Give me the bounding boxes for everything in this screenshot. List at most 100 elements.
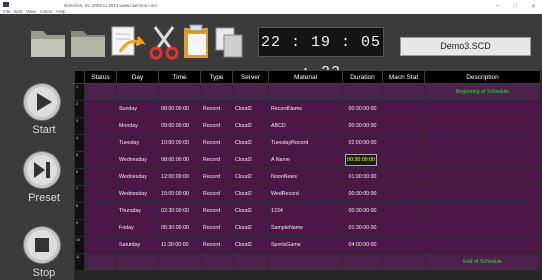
header-material[interactable]: Material (268, 70, 343, 84)
cell-type[interactable]: Record (200, 134, 233, 152)
menu-edit[interactable]: Edit (14, 9, 22, 14)
cell-mach[interactable] (382, 219, 425, 237)
start-button[interactable] (24, 84, 60, 120)
open-folder-button[interactable] (28, 22, 70, 62)
cell-server[interactable] (232, 253, 269, 271)
cell-mach[interactable] (382, 236, 425, 254)
cell-mach[interactable] (382, 168, 425, 186)
row-number[interactable]: 8 (74, 202, 85, 220)
cell-mach[interactable] (382, 100, 425, 118)
cell-time[interactable] (158, 253, 201, 271)
table-row[interactable]: 3 Monday 09:00:00:00 Record Cloud2 ABCD 00:30:… (74, 117, 541, 135)
cell-server[interactable]: Cloud2 (232, 117, 269, 135)
cell-server[interactable]: Cloud2 (232, 168, 269, 186)
cell-mach[interactable] (382, 185, 425, 203)
row-number[interactable]: 10 (74, 236, 85, 254)
cell-material[interactable]: NoonNews (268, 168, 343, 186)
menu-action[interactable]: Action (40, 9, 53, 14)
row-number[interactable]: 3 (74, 117, 85, 135)
cell-day[interactable] (116, 253, 159, 271)
cell-duration[interactable]: 00:30:00:00 (342, 185, 383, 203)
cell-server[interactable]: Cloud2 (232, 236, 269, 254)
table-row[interactable]: 2 Sunday 08:00:00:00 Record Cloud2 RecordName… (74, 100, 541, 118)
cell-desc[interactable] (424, 134, 541, 152)
row-number[interactable]: 11 (74, 253, 85, 271)
cell-status[interactable] (84, 117, 117, 135)
folder-button[interactable] (68, 22, 110, 62)
cell-mach[interactable] (382, 83, 425, 101)
cell-day[interactable]: Wednesday (116, 168, 159, 186)
cell-day[interactable]: Friday (116, 219, 159, 237)
cell-mach[interactable] (382, 134, 425, 152)
cell-day[interactable] (116, 83, 159, 101)
cell-type[interactable] (200, 83, 233, 101)
cell-material[interactable] (268, 253, 343, 271)
copy-button[interactable] (210, 22, 252, 62)
cell-status[interactable] (84, 202, 117, 220)
cell-day[interactable]: Sunday (116, 100, 159, 118)
cell-duration[interactable]: 00:30:00:00 (342, 151, 383, 169)
cell-server[interactable] (232, 83, 269, 101)
header-mach-stat[interactable]: Mach Stat (382, 70, 425, 84)
cell-type[interactable]: Record (200, 168, 233, 186)
cell-type[interactable]: Record (200, 236, 233, 254)
cell-time[interactable]: 11:30:00:00 (158, 236, 201, 254)
table-row[interactable]: 7 Wednesday 15:00:00:00 Record Cloud2 WedReco… (74, 185, 541, 203)
cell-duration[interactable]: 01:00:00:00 (342, 168, 383, 186)
preset-button[interactable] (24, 152, 60, 188)
cell-status[interactable] (84, 83, 117, 101)
cell-server[interactable]: Cloud2 (232, 202, 269, 220)
cell-type[interactable]: Record (200, 100, 233, 118)
cell-desc[interactable]: End of Schedule (424, 253, 541, 271)
cell-time[interactable]: 08:00:00:00 (158, 151, 201, 169)
cell-mach[interactable] (382, 253, 425, 271)
menu-view[interactable]: View (26, 9, 36, 14)
header-time[interactable]: Time (158, 70, 201, 84)
table-row[interactable]: 11 End of Schedule (74, 253, 541, 271)
cell-desc[interactable] (424, 236, 541, 254)
cell-mach[interactable] (382, 151, 425, 169)
row-number[interactable]: 1 (74, 83, 85, 101)
table-row[interactable]: 9 Friday 05:30:00:00 Record Cloud2 SampleName… (74, 219, 541, 237)
cell-material[interactable]: RecordName (268, 100, 343, 118)
cell-status[interactable] (84, 134, 117, 152)
table-row[interactable]: 5 Wednesday 08:00:00:00 Record Cloud2 A Name 0… (74, 151, 541, 169)
cell-mach[interactable] (382, 202, 425, 220)
selected-duration-cell[interactable]: 00:30:00:00 (345, 154, 377, 166)
table-row[interactable]: 6 Wednesday 12:00:00:00 Record Cloud2 NoonNew… (74, 168, 541, 186)
table-row[interactable]: 1 Beginning of Schedule (74, 83, 541, 101)
cell-type[interactable] (200, 253, 233, 271)
cell-time[interactable]: 12:00:00:00 (158, 168, 201, 186)
header-type[interactable]: Type (200, 70, 233, 84)
cell-material[interactable]: A Name (268, 151, 343, 169)
cell-duration[interactable]: 00:30:00:00 (342, 202, 383, 220)
maximize-button[interactable]: □ (513, 3, 517, 10)
cell-day[interactable]: Thursday (116, 202, 159, 220)
cell-desc[interactable] (424, 185, 541, 203)
cell-desc[interactable] (424, 100, 541, 118)
cell-material[interactable] (268, 83, 343, 101)
cell-duration[interactable]: 02:00:00:00 (342, 134, 383, 152)
row-number[interactable]: 5 (74, 151, 85, 169)
header-status[interactable]: Status (84, 70, 117, 84)
cell-type[interactable]: Record (200, 117, 233, 135)
table-row[interactable]: 4 Tuesday 10:00:00:00 Record Cloud2 TuesdayRe… (74, 134, 541, 152)
cell-material[interactable]: TuesdayRecord (268, 134, 343, 152)
menu-help[interactable]: Help (56, 9, 65, 14)
cell-server[interactable]: Cloud2 (232, 100, 269, 118)
cell-duration[interactable]: 00:30:00:00 (342, 100, 383, 118)
header-duration[interactable]: Duration (342, 70, 383, 84)
cell-material[interactable]: WedRecord (268, 185, 343, 203)
cell-type[interactable]: Record (200, 202, 233, 220)
cell-desc[interactable] (424, 117, 541, 135)
cell-status[interactable] (84, 253, 117, 271)
cell-server[interactable]: Cloud2 (232, 134, 269, 152)
cell-duration[interactable] (342, 83, 383, 101)
cell-server[interactable]: Cloud2 (232, 185, 269, 203)
cell-server[interactable]: Cloud2 (232, 219, 269, 237)
cell-duration[interactable]: 04:00:00:00 (342, 236, 383, 254)
cell-day[interactable]: Tuesday (116, 134, 159, 152)
cell-material[interactable]: SportsGame (268, 236, 343, 254)
cell-time[interactable]: 08:00:00:00 (158, 100, 201, 118)
row-number[interactable]: 4 (74, 134, 85, 152)
